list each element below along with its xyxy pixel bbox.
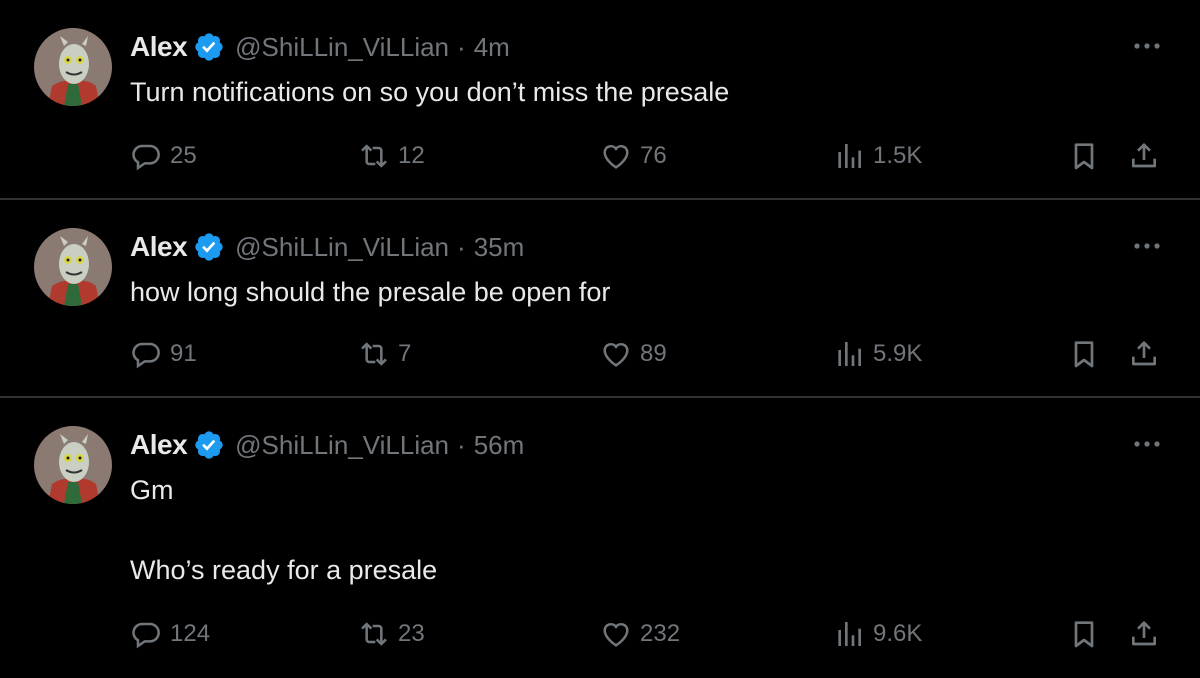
retweet-button[interactable]: 23 xyxy=(358,614,425,654)
user-handle[interactable]: @ShiLLin_ViLLian xyxy=(235,232,449,263)
tweet-header: Alex @ShiLLin_ViLLian · 35m xyxy=(130,228,524,266)
like-count: 89 xyxy=(640,340,667,367)
reply-button[interactable]: 124 xyxy=(130,614,210,654)
views-bar-chart-icon xyxy=(833,140,865,172)
retweet-count: 7 xyxy=(398,340,412,367)
reply-count: 124 xyxy=(170,620,211,647)
view-count: 1.5K xyxy=(873,142,923,169)
verified-badge-icon xyxy=(193,31,225,63)
action-bar: 91 7 89 5.9K xyxy=(0,334,1200,374)
like-count: 76 xyxy=(640,142,667,169)
bookmark-icon xyxy=(1068,338,1100,370)
tweet-text: Turn notifications on so you don’t miss … xyxy=(130,77,730,107)
view-count: 9.6K xyxy=(873,620,923,647)
separator-dot: · xyxy=(457,31,466,62)
display-name[interactable]: Alex xyxy=(130,231,188,263)
user-handle[interactable]: @ShiLLin_ViLLian xyxy=(235,32,449,63)
avatar[interactable] xyxy=(34,426,112,504)
reply-count: 25 xyxy=(170,142,197,169)
share-button[interactable] xyxy=(1128,334,1160,374)
like-count: 232 xyxy=(640,620,681,647)
separator-dot: · xyxy=(457,429,466,460)
share-upload-icon xyxy=(1128,338,1160,370)
tweet[interactable]: Alex @ShiLLin_ViLLian · 4m Turn notifica… xyxy=(0,0,1200,200)
share-button[interactable] xyxy=(1128,614,1160,654)
tweet[interactable]: Alex @ShiLLin_ViLLian · 35m how long sho… xyxy=(0,200,1200,398)
reply-button[interactable]: 25 xyxy=(130,136,197,176)
more-horizontal-icon[interactable] xyxy=(1130,32,1164,60)
reply-bubble-icon xyxy=(130,338,162,370)
tweet-text: Gm Who’s ready for a presale xyxy=(130,475,438,585)
bookmark-button[interactable] xyxy=(1068,136,1100,176)
retweet-button[interactable]: 12 xyxy=(358,136,425,176)
avatar[interactable] xyxy=(34,28,112,106)
share-upload-icon xyxy=(1128,140,1160,172)
like-button[interactable]: 89 xyxy=(600,334,667,374)
user-handle[interactable]: @ShiLLin_ViLLian xyxy=(235,430,449,461)
more-horizontal-icon[interactable] xyxy=(1130,430,1164,458)
timestamp[interactable]: 56m xyxy=(474,430,525,461)
retweet-icon xyxy=(358,140,390,172)
heart-icon xyxy=(600,618,632,650)
like-button[interactable]: 232 xyxy=(600,614,680,654)
verified-badge-icon xyxy=(193,231,225,263)
share-button[interactable] xyxy=(1128,136,1160,176)
timestamp[interactable]: 4m xyxy=(474,32,510,63)
display-name[interactable]: Alex xyxy=(130,429,188,461)
reply-bubble-icon xyxy=(130,618,162,650)
like-button[interactable]: 76 xyxy=(600,136,667,176)
retweet-icon xyxy=(358,618,390,650)
action-bar: 124 23 232 9.6K xyxy=(0,614,1200,654)
reply-bubble-icon xyxy=(130,140,162,172)
bookmark-icon xyxy=(1068,140,1100,172)
retweet-count: 12 xyxy=(398,142,425,169)
separator-dot: · xyxy=(457,231,466,262)
share-upload-icon xyxy=(1128,618,1160,650)
tweet-header: Alex @ShiLLin_ViLLian · 56m xyxy=(130,426,524,464)
action-bar: 25 12 76 1.5K xyxy=(0,136,1200,176)
bookmark-button[interactable] xyxy=(1068,334,1100,374)
display-name[interactable]: Alex xyxy=(130,31,188,63)
reply-button[interactable]: 91 xyxy=(130,334,197,374)
bookmark-button[interactable] xyxy=(1068,614,1100,654)
more-horizontal-icon[interactable] xyxy=(1130,232,1164,260)
heart-icon xyxy=(600,338,632,370)
heart-icon xyxy=(600,140,632,172)
view-count: 5.9K xyxy=(873,340,923,367)
retweet-count: 23 xyxy=(398,620,425,647)
tweet-text: how long should the presale be open for xyxy=(130,277,611,307)
views-button[interactable]: 5.9K xyxy=(833,334,922,374)
verified-badge-icon xyxy=(193,429,225,461)
tweet-feed: Alex @ShiLLin_ViLLian · 4m Turn notifica… xyxy=(0,0,1200,678)
views-button[interactable]: 1.5K xyxy=(833,136,922,176)
views-bar-chart-icon xyxy=(833,338,865,370)
views-bar-chart-icon xyxy=(833,618,865,650)
timestamp[interactable]: 35m xyxy=(474,232,525,263)
tweet[interactable]: Alex @ShiLLin_ViLLian · 56m Gm Who’s rea… xyxy=(0,398,1200,678)
retweet-button[interactable]: 7 xyxy=(358,334,411,374)
reply-count: 91 xyxy=(170,340,197,367)
tweet-header: Alex @ShiLLin_ViLLian · 4m xyxy=(130,28,510,66)
retweet-icon xyxy=(358,338,390,370)
bookmark-icon xyxy=(1068,618,1100,650)
avatar[interactable] xyxy=(34,228,112,306)
views-button[interactable]: 9.6K xyxy=(833,614,922,654)
